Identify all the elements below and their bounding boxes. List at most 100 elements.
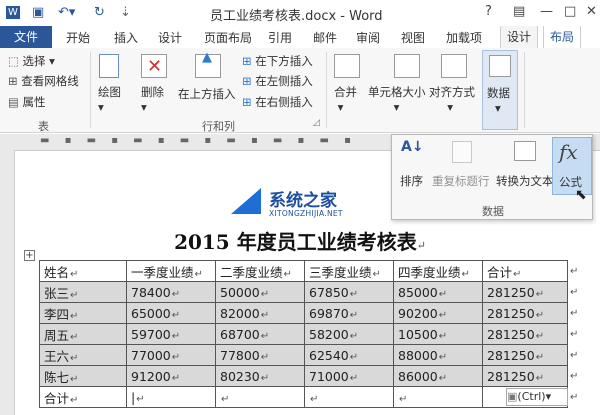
table-cell[interactable]: 王六	[39, 344, 127, 366]
table-cell[interactable]: 90200	[393, 302, 483, 324]
data-button[interactable]: 数据 ▾	[482, 50, 518, 130]
table-cell[interactable]: 281250	[482, 344, 568, 366]
sort-button[interactable]: A↓ 排序	[396, 137, 432, 193]
help-button[interactable]: ?	[485, 4, 492, 19]
table-cell[interactable]: 77800	[215, 344, 305, 366]
delete-button[interactable]: 删除 ▾	[141, 84, 164, 114]
tab-table-design[interactable]: 设计	[500, 26, 539, 48]
table-cell[interactable]: 80230	[215, 365, 305, 387]
alignment-button[interactable]: 对齐方式 ▾	[429, 84, 475, 114]
table-cell[interactable]: 67850	[304, 281, 394, 303]
text-cursor-icon: |	[131, 389, 136, 405]
table-cell[interactable]: 86000	[393, 365, 483, 387]
table-cell[interactable]: 周五	[39, 323, 127, 345]
properties-button[interactable]: ▤ 属性	[8, 94, 46, 110]
header-cell[interactable]: 一季度业绩	[126, 260, 216, 282]
insert-left-button[interactable]: ⊞ 在左侧插入	[242, 73, 313, 89]
cell-size-button[interactable]: 单元格大小 ▾	[368, 84, 426, 114]
merge-button[interactable]: 合并 ▾	[334, 84, 357, 114]
table-cell[interactable]: 65000	[126, 302, 216, 324]
header-cell[interactable]: 合计	[482, 260, 568, 282]
dialog-launcher-icon[interactable]: ◿	[313, 118, 320, 128]
customize-qat-icon[interactable]: ⇣	[120, 5, 131, 20]
tab-page-layout[interactable]: 页面布局	[204, 29, 252, 46]
table-cell[interactable]	[215, 386, 305, 408]
window-title: 员工业绩考核表.docx - Word	[210, 9, 383, 24]
table-cell[interactable]: 77000	[126, 344, 216, 366]
table-cell[interactable]: 59700	[126, 323, 216, 345]
table-cell[interactable]: |	[126, 386, 216, 408]
table-cell[interactable]	[304, 386, 394, 408]
tab-references[interactable]: 引用	[268, 29, 292, 46]
tab-addins[interactable]: 加载项	[446, 29, 482, 46]
table-cell[interactable]: 62540	[304, 344, 394, 366]
table-cell[interactable]: 58200	[304, 323, 394, 345]
select-button[interactable]: ⬚ 选择 ▾	[8, 53, 55, 69]
table-cell[interactable]: 68700	[215, 323, 305, 345]
tab-insert[interactable]: 插入	[114, 29, 138, 46]
table-cell[interactable]: 李四	[39, 302, 127, 324]
table-cell[interactable]: 281250	[482, 302, 568, 324]
tab-table-layout[interactable]: 布局	[543, 26, 582, 48]
redo-icon[interactable]: ↻	[94, 5, 105, 20]
maximize-button[interactable]: □	[564, 4, 576, 19]
gridlines-icon: ⊞	[8, 74, 22, 88]
table-cell[interactable]: 91200	[126, 365, 216, 387]
word-app-icon: W	[6, 6, 20, 19]
save-icon[interactable]: ▣	[32, 5, 44, 20]
table-cell[interactable]	[393, 386, 483, 408]
ruler-markers: ▬ ▪ ▬ ▪ ▬ ▪ ▬ ▪ ▬ ▪ ▬ ▪ ▬ ▪	[40, 135, 357, 146]
data-icon	[489, 55, 511, 77]
table-cell[interactable]: 82000	[215, 302, 305, 324]
header-cell[interactable]: 姓名	[39, 260, 127, 282]
table-cell[interactable]: 85000	[393, 281, 483, 303]
header-cell[interactable]: 二季度业绩	[215, 260, 305, 282]
convert-text-icon	[514, 141, 536, 161]
tab-mailings[interactable]: 邮件	[313, 29, 337, 46]
table-cell[interactable]: 281250	[482, 281, 568, 303]
separator	[326, 52, 327, 128]
table-cell[interactable]: 69870	[304, 302, 394, 324]
insert-above-button[interactable]: 在上方插入	[178, 86, 236, 102]
table-cell[interactable]: 张三	[39, 281, 127, 303]
select-icon: ⬚	[8, 54, 23, 68]
draw-button[interactable]: 绘图 ▾	[98, 84, 121, 114]
tab-home[interactable]: 开始	[66, 29, 90, 46]
insert-right-button[interactable]: ⊞ 在右侧插入	[242, 94, 313, 110]
row-end-mark: ↵	[570, 265, 579, 277]
chevron-down-icon: ▾	[495, 101, 501, 115]
convert-to-text-button[interactable]: 转换为文本	[496, 137, 554, 193]
insert-below-button[interactable]: ⊞ 在下方插入	[242, 53, 313, 69]
table-cell[interactable]: 281250	[482, 365, 568, 387]
paste-options-button[interactable]: ▣(Ctrl)▾	[506, 388, 568, 406]
header-cell[interactable]: 三季度业绩	[304, 260, 394, 282]
insert-above-arrow-icon: ▲	[202, 50, 212, 65]
table-cell[interactable]: 88000	[393, 344, 483, 366]
logo-name: 系统之家	[269, 191, 337, 211]
table-cell[interactable]: 10500	[393, 323, 483, 345]
ribbon-display-icon[interactable]: ▤	[513, 4, 525, 19]
table-cell[interactable]: 78400	[126, 281, 216, 303]
close-button[interactable]: ✕	[586, 4, 597, 19]
view-gridlines-button[interactable]: ⊞ 查看网格线	[8, 73, 79, 89]
draw-table-icon	[99, 54, 119, 78]
undo-icon[interactable]: ↶▾	[58, 5, 75, 20]
table-move-handle-icon[interactable]: +	[24, 250, 35, 261]
insert-below-icon: ⊞	[242, 54, 256, 68]
table-row: 陈七 91200 80230 71000 86000 281250 ↵	[39, 365, 583, 387]
merge-icon	[334, 54, 360, 78]
table-cell[interactable]: 71000	[304, 365, 394, 387]
separator	[90, 52, 91, 128]
table-cell[interactable]: 281250	[482, 323, 568, 345]
table-cell[interactable]: 合计	[39, 386, 127, 408]
tab-file[interactable]: 文件	[0, 26, 52, 48]
tab-view[interactable]: 视图	[401, 29, 425, 46]
vertical-ruler[interactable]	[0, 150, 15, 415]
minimize-button[interactable]: —	[540, 4, 553, 19]
group-label-table: 表	[38, 120, 49, 133]
tab-design[interactable]: 设计	[158, 29, 182, 46]
header-cell[interactable]: 四季度业绩	[393, 260, 483, 282]
tab-review[interactable]: 审阅	[356, 29, 380, 46]
table-cell[interactable]: 50000	[215, 281, 305, 303]
table-cell[interactable]: 陈七	[39, 365, 127, 387]
